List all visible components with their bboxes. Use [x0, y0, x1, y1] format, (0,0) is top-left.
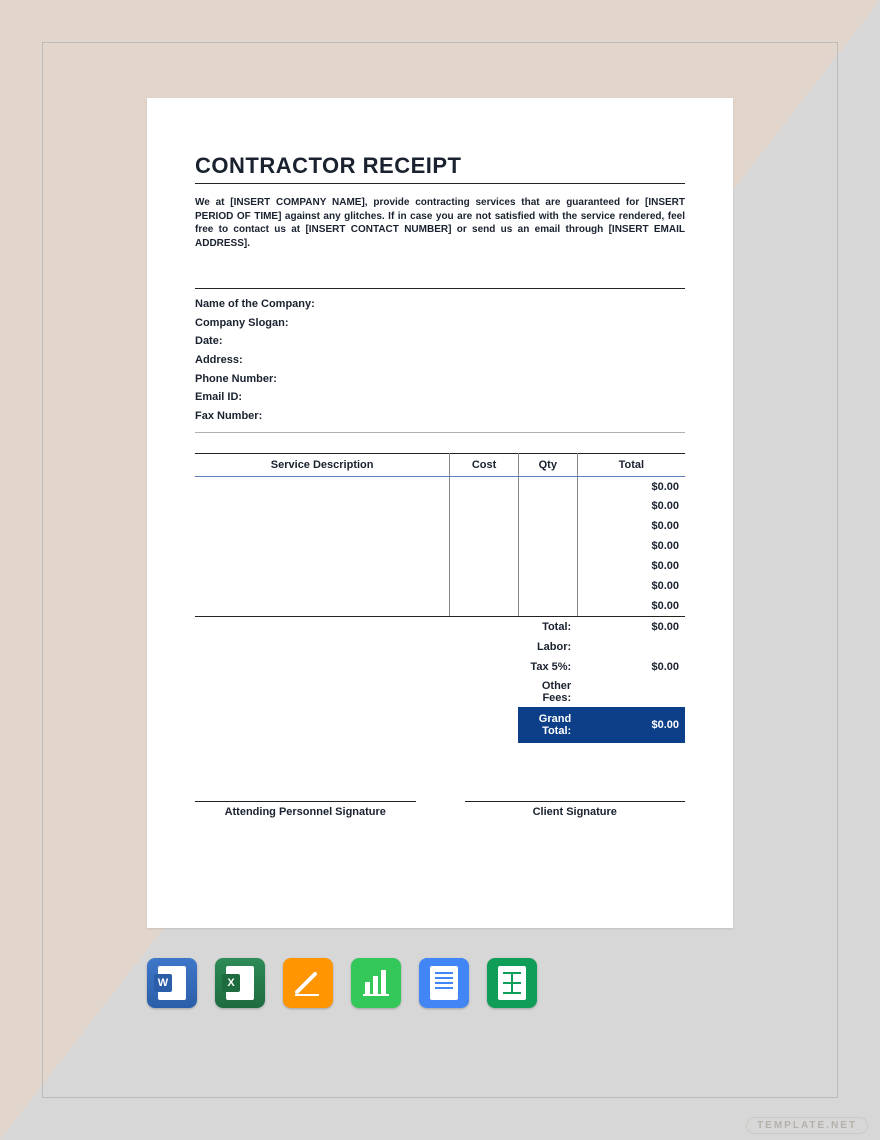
summary-row-grand: Grand Total:$0.00 [195, 707, 685, 743]
pages-icon[interactable] [283, 958, 333, 1008]
table-row: $0.00 [195, 476, 685, 496]
table-row: $0.00 [195, 516, 685, 536]
table-row: $0.00 [195, 556, 685, 576]
format-icons-row [147, 958, 537, 1008]
info-phone: Phone Number: [195, 370, 685, 389]
table-row: $0.00 [195, 496, 685, 516]
page-title: CONTRACTOR RECEIPT [195, 153, 685, 184]
signature-personnel: Attending Personnel Signature [195, 801, 416, 818]
info-fax: Fax Number: [195, 407, 685, 426]
word-icon[interactable] [147, 958, 197, 1008]
summary-row-total: Total:$0.00 [195, 617, 685, 637]
table-body: $0.00 $0.00 $0.00 $0.00 $0.00 $0.00 $0.0… [195, 476, 685, 616]
th-total: Total [577, 453, 685, 476]
company-info-block: Name of the Company: Company Slogan: Dat… [195, 288, 685, 433]
intro-paragraph: We at [INSERT COMPANY NAME], provide con… [195, 196, 685, 250]
info-email: Email ID: [195, 388, 685, 407]
table-row: $0.00 [195, 576, 685, 596]
services-table: Service Description Cost Qty Total $0.00… [195, 453, 685, 617]
th-desc: Service Description [195, 453, 450, 476]
signatures-row: Attending Personnel Signature Client Sig… [195, 801, 685, 818]
summary-row-tax: Tax 5%:$0.00 [195, 657, 685, 677]
google-docs-icon[interactable] [419, 958, 469, 1008]
info-slogan: Company Slogan: [195, 314, 685, 333]
info-date: Date: [195, 332, 685, 351]
info-company-name: Name of the Company: [195, 295, 685, 314]
summary-table: Total:$0.00 Labor: Tax 5%:$0.00 Other Fe… [195, 617, 685, 743]
services-table-wrap: Service Description Cost Qty Total $0.00… [195, 453, 685, 743]
info-address: Address: [195, 351, 685, 370]
signature-client: Client Signature [465, 801, 686, 818]
google-sheets-icon[interactable] [487, 958, 537, 1008]
numbers-icon[interactable] [351, 958, 401, 1008]
summary-row-labor: Labor: [195, 637, 685, 657]
table-header-row: Service Description Cost Qty Total [195, 453, 685, 476]
th-qty: Qty [518, 453, 577, 476]
th-cost: Cost [450, 453, 519, 476]
table-row: $0.00 [195, 596, 685, 616]
watermark: TEMPLATE.NET [746, 1117, 868, 1134]
table-row: $0.00 [195, 536, 685, 556]
summary-row-other: Other Fees: [195, 677, 685, 707]
document-page: CONTRACTOR RECEIPT We at [INSERT COMPANY… [147, 98, 733, 928]
excel-icon[interactable] [215, 958, 265, 1008]
